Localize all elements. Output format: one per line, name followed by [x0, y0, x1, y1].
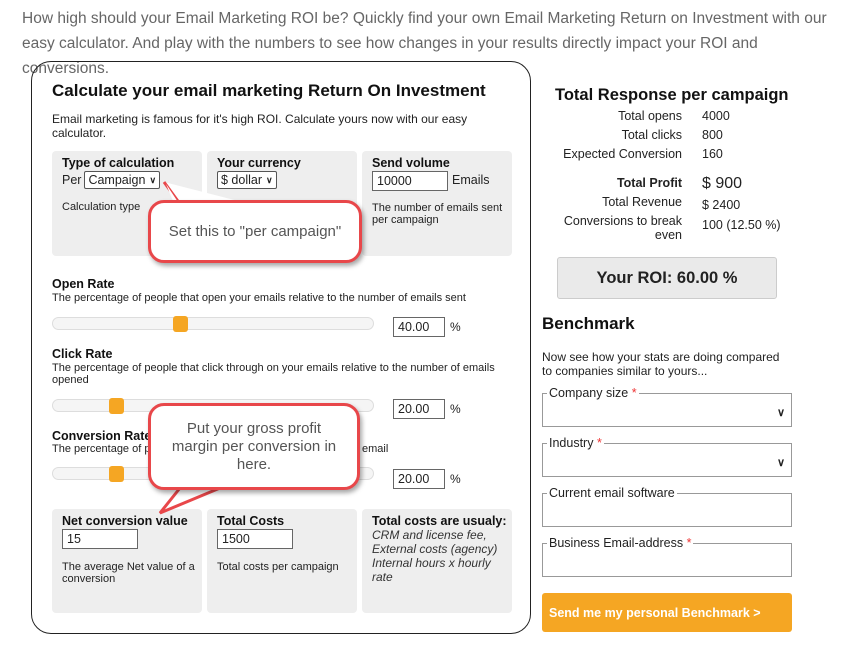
conversion-rate-help: The percentage of p: [52, 443, 151, 455]
benchmark-description: Now see how your stats are doing compare…: [542, 350, 780, 378]
costs-info-text: CRM and license fee, External costs (age…: [372, 528, 498, 584]
click-rate-label: Click Rate: [52, 347, 113, 361]
click-rate-help: The percentage of people that click thro…: [52, 362, 495, 386]
total-opens-value: 4000: [702, 109, 730, 123]
costs-panel: Total Costs 1500 Total costs per campaig…: [207, 509, 357, 613]
field-label: Industry: [549, 436, 594, 450]
open-rate-slider[interactable]: [52, 316, 374, 332]
required-mark: *: [596, 436, 602, 450]
calculator-description: Email marketing is famous for it's high …: [52, 112, 468, 140]
total-clicks-label: Total clicks: [621, 128, 682, 142]
send-benchmark-button[interactable]: Send me my personal Benchmark >: [542, 593, 792, 632]
total-costs-input[interactable]: 1500: [217, 529, 293, 549]
net-value-help: The average Net value of a conversion: [62, 561, 195, 585]
percent-unit: %: [450, 402, 461, 416]
total-opens-label: Total opens: [618, 109, 682, 123]
conversion-rate-help-end: email: [362, 443, 389, 455]
field-label: Company size: [549, 386, 629, 400]
per-label: Per: [62, 173, 82, 187]
expected-conversion-label: Expected Conversion: [563, 147, 682, 161]
currency-label: Your currency: [217, 156, 301, 170]
percent-unit: %: [450, 320, 461, 334]
open-rate-input[interactable]: 40.00: [393, 317, 445, 337]
roi-calculator: Calculate your email marketing Return On…: [31, 61, 531, 634]
business-email-input[interactable]: Business Email-address *: [542, 536, 792, 577]
calculator-title: Calculate your email marketing Return On…: [52, 81, 486, 100]
industry-select[interactable]: Industry * ∨: [542, 436, 792, 477]
field-label: Current email software: [549, 486, 675, 500]
field-label: Business Email-address: [549, 536, 684, 550]
click-rate-input[interactable]: 20.00: [393, 399, 445, 419]
volume-help: The number of emails sent per campaign: [372, 202, 503, 226]
callout-per-campaign: Set this to "per campaign": [148, 200, 362, 263]
results-title: Total Response per campaign: [555, 86, 789, 104]
slider-thumb[interactable]: [109, 398, 124, 414]
breakeven-value: 100 (12.50 %): [702, 218, 781, 232]
slider-thumb[interactable]: [109, 466, 124, 482]
expected-conversion-value: 160: [702, 147, 723, 161]
open-rate-help: The percentage of people that open your …: [52, 292, 466, 304]
total-revenue-label: Total Revenue: [602, 195, 682, 209]
conversion-rate-label: Conversion Rate: [52, 429, 152, 443]
type-help: Calculation type: [62, 201, 141, 213]
calculation-type-select[interactable]: Campaign ∨: [84, 171, 161, 189]
costs-help: Total costs per campaign: [217, 561, 339, 573]
company-size-select[interactable]: Company size * ∨: [542, 386, 792, 427]
total-profit-label: Total Profit: [616, 176, 682, 190]
type-label: Type of calculation: [62, 156, 175, 170]
slider-thumb[interactable]: [173, 316, 188, 332]
volume-panel: Send volume 10000 Emails The number of e…: [362, 151, 512, 256]
volume-unit: Emails: [452, 173, 490, 187]
total-clicks-value: 800: [702, 128, 723, 142]
net-value-panel: Net conversion value 15 The average Net …: [52, 509, 202, 613]
conversion-rate-input[interactable]: 20.00: [393, 469, 445, 489]
benchmark-title: Benchmark: [542, 314, 635, 333]
required-mark: *: [686, 536, 692, 550]
callout-net-value: Put your gross profit margin per convers…: [148, 403, 360, 490]
total-profit-value: $ 900: [702, 175, 743, 192]
chevron-down-icon: ∨: [776, 457, 785, 469]
email-software-input[interactable]: Current email software: [542, 486, 792, 527]
send-volume-input[interactable]: 10000: [372, 171, 448, 191]
breakeven-label: Conversions to break even: [563, 214, 682, 242]
chevron-down-icon: ∨: [776, 407, 785, 419]
volume-label: Send volume: [372, 156, 450, 170]
roi-result: Your ROI: 60.00 %: [557, 257, 777, 299]
net-value-input[interactable]: 15: [62, 529, 138, 549]
open-rate-label: Open Rate: [52, 277, 115, 291]
total-revenue-value: $ 2400: [702, 198, 741, 212]
costs-info-panel: Total costs are usualy: CRM and license …: [362, 509, 512, 613]
costs-info-label: Total costs are usualy:: [372, 514, 507, 528]
percent-unit: %: [450, 472, 461, 486]
required-mark: *: [631, 386, 637, 400]
select-value: Campaign: [88, 173, 146, 187]
